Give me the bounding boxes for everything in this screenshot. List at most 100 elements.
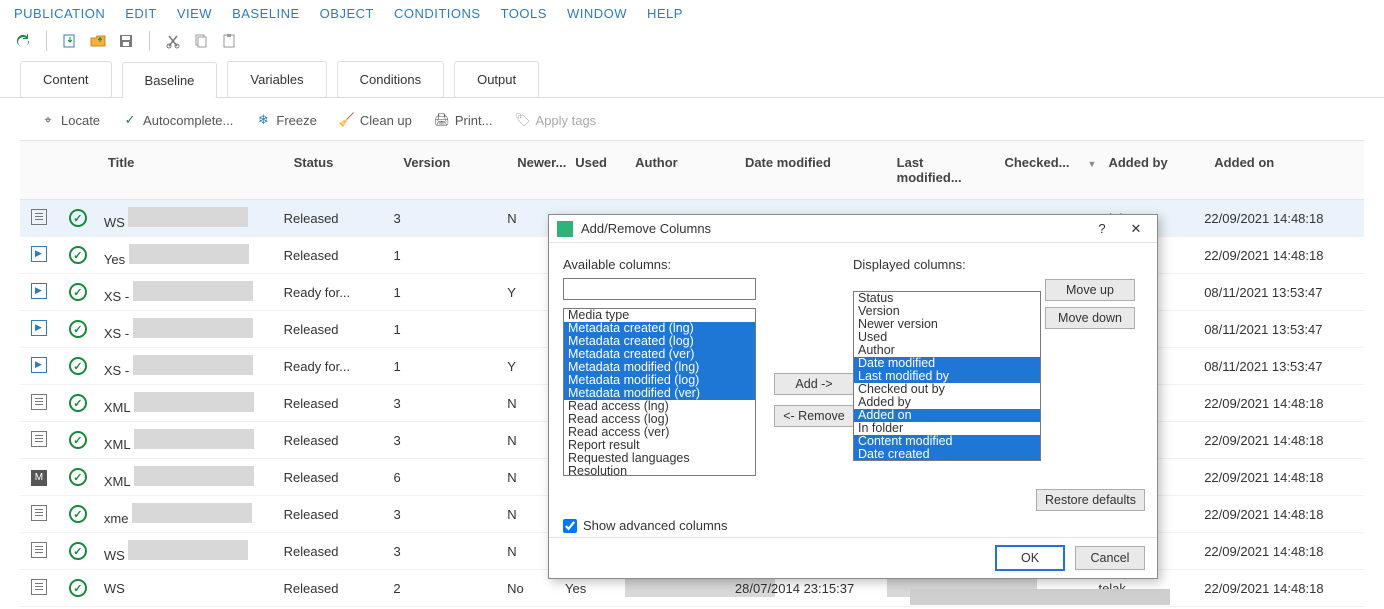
cell-status: Released — [284, 248, 394, 263]
export-folder-icon[interactable] — [89, 32, 107, 50]
cell-status: Ready for... — [284, 359, 394, 374]
baseline-toolbar: ⌖Locate ✓Autocomplete... ❄Freeze 🧹Clean … — [0, 98, 1384, 138]
cell-status: Released — [284, 433, 394, 448]
cell-addedon: 22/09/2021 14:48:18 — [1204, 396, 1364, 411]
row-type-icon — [31, 283, 47, 299]
import-icon[interactable] — [61, 32, 79, 50]
print-button[interactable]: 🖨Print... — [434, 112, 493, 128]
cell-title: XML — [98, 429, 284, 452]
tab-baseline[interactable]: Baseline — [122, 62, 218, 99]
cell-title: XS - — [98, 281, 284, 304]
col-newer[interactable]: Newer... — [507, 141, 565, 199]
cancel-button[interactable]: Cancel — [1075, 546, 1145, 570]
restore-defaults-button[interactable]: Restore defaults — [1036, 489, 1145, 511]
available-columns-list[interactable]: Media typeMetadata created (lng)Metadata… — [563, 308, 756, 476]
show-advanced-label: Show advanced columns — [583, 518, 728, 533]
row-type-icon — [31, 579, 47, 595]
cell-version: 3 — [393, 507, 507, 522]
menu-edit[interactable]: EDIT — [125, 6, 157, 21]
menu-bar: PUBLICATION EDIT VIEW BASELINE OBJECT CO… — [0, 0, 1384, 27]
row-type-icon — [31, 394, 47, 410]
move-up-button[interactable]: Move up — [1045, 279, 1135, 301]
horizontal-scrollbar[interactable] — [110, 589, 1364, 605]
col-addedon[interactable]: Added on — [1204, 141, 1364, 199]
paste-icon[interactable] — [220, 32, 238, 50]
menu-help[interactable]: HELP — [647, 6, 683, 21]
available-columns-search[interactable] — [563, 278, 756, 300]
list-item[interactable]: Resolution — [564, 465, 755, 476]
col-datemod[interactable]: Date modified — [735, 141, 887, 199]
cell-title: XML — [98, 466, 284, 489]
cell-version: 6 — [393, 470, 507, 485]
cell-addedon: 22/09/2021 14:48:18 — [1204, 248, 1364, 263]
cell-title: XS - — [98, 355, 284, 378]
available-columns-label: Available columns: — [563, 257, 765, 272]
show-advanced-checkbox[interactable]: Show advanced columns — [563, 518, 728, 533]
apply-tags-button[interactable]: 🏷Apply tags — [514, 112, 596, 128]
add-button[interactable]: Add -> — [774, 373, 854, 395]
cell-status: Released — [284, 396, 394, 411]
row-type-icon — [31, 246, 47, 262]
refresh-icon[interactable] — [14, 32, 32, 50]
add-remove-columns-dialog: Add/Remove Columns ? ✕ Available columns… — [548, 214, 1158, 579]
menu-object[interactable]: OBJECT — [320, 6, 374, 21]
row-status-icon — [69, 394, 87, 412]
show-advanced-input[interactable] — [563, 519, 577, 533]
cleanup-button[interactable]: 🧹Clean up — [339, 112, 412, 128]
tab-conditions[interactable]: Conditions — [337, 61, 444, 98]
col-used[interactable]: Used — [565, 141, 625, 199]
row-status-icon — [69, 542, 87, 560]
dialog-help-button[interactable]: ? — [1089, 221, 1115, 236]
cell-version: 1 — [393, 359, 507, 374]
menu-publication[interactable]: PUBLICATION — [14, 6, 105, 21]
cell-title: XML — [98, 392, 284, 415]
cell-addedon: 22/09/2021 14:48:18 — [1204, 211, 1364, 226]
cell-version: 3 — [393, 211, 507, 226]
tab-variables[interactable]: Variables — [227, 61, 326, 98]
cell-version: 1 — [393, 248, 507, 263]
locate-button[interactable]: ⌖Locate — [40, 112, 100, 128]
cell-title: xme — [98, 503, 284, 526]
cell-addedon: 22/09/2021 14:48:18 — [1204, 544, 1364, 559]
tab-content[interactable]: Content — [20, 61, 112, 98]
tab-output[interactable]: Output — [454, 61, 539, 98]
row-type-icon — [31, 505, 47, 521]
cell-version: 1 — [393, 285, 507, 300]
list-item[interactable]: Date created — [854, 448, 1040, 461]
col-lastmod[interactable]: Last modified... — [887, 141, 995, 199]
cut-icon[interactable] — [164, 32, 182, 50]
dialog-close-button[interactable]: ✕ — [1123, 221, 1149, 237]
col-version[interactable]: Version — [393, 141, 507, 199]
row-status-icon — [69, 431, 87, 449]
cell-addedon: 08/11/2021 13:53:47 — [1204, 359, 1364, 374]
cell-addedon: 22/09/2021 14:48:18 — [1204, 470, 1364, 485]
col-author[interactable]: Author — [625, 141, 735, 199]
cell-status: Released — [284, 211, 394, 226]
menu-tools[interactable]: TOOLS — [501, 6, 547, 21]
col-addedby[interactable]: Added by — [1098, 141, 1204, 199]
save-icon[interactable] — [117, 32, 135, 50]
col-title[interactable]: Title — [98, 141, 284, 199]
row-type-icon — [31, 357, 47, 373]
row-status-icon — [69, 283, 87, 301]
cell-version: 3 — [393, 544, 507, 559]
cell-status: Released — [284, 544, 394, 559]
ok-button[interactable]: OK — [995, 545, 1065, 571]
move-down-button[interactable]: Move down — [1045, 307, 1135, 329]
copy-icon[interactable] — [192, 32, 210, 50]
cell-version: 3 — [393, 396, 507, 411]
col-checked[interactable]: Checked... — [994, 141, 1098, 199]
remove-button[interactable]: <- Remove — [774, 405, 854, 427]
displayed-columns-list[interactable]: StatusVersionNewer versionUsedAuthorDate… — [853, 291, 1041, 461]
cell-addedon: 22/09/2021 14:48:18 — [1204, 433, 1364, 448]
menu-view[interactable]: VIEW — [177, 6, 212, 21]
cell-title: WS — [98, 207, 284, 230]
freeze-button[interactable]: ❄Freeze — [255, 112, 316, 128]
menu-conditions[interactable]: CONDITIONS — [394, 6, 481, 21]
menu-window[interactable]: WINDOW — [567, 6, 627, 21]
cell-addedon: 08/11/2021 13:53:47 — [1204, 285, 1364, 300]
displayed-columns-label: Displayed columns: — [853, 257, 1043, 272]
menu-baseline[interactable]: BASELINE — [232, 6, 300, 21]
autocomplete-button[interactable]: ✓Autocomplete... — [122, 112, 233, 128]
col-status[interactable]: Status — [284, 141, 394, 199]
